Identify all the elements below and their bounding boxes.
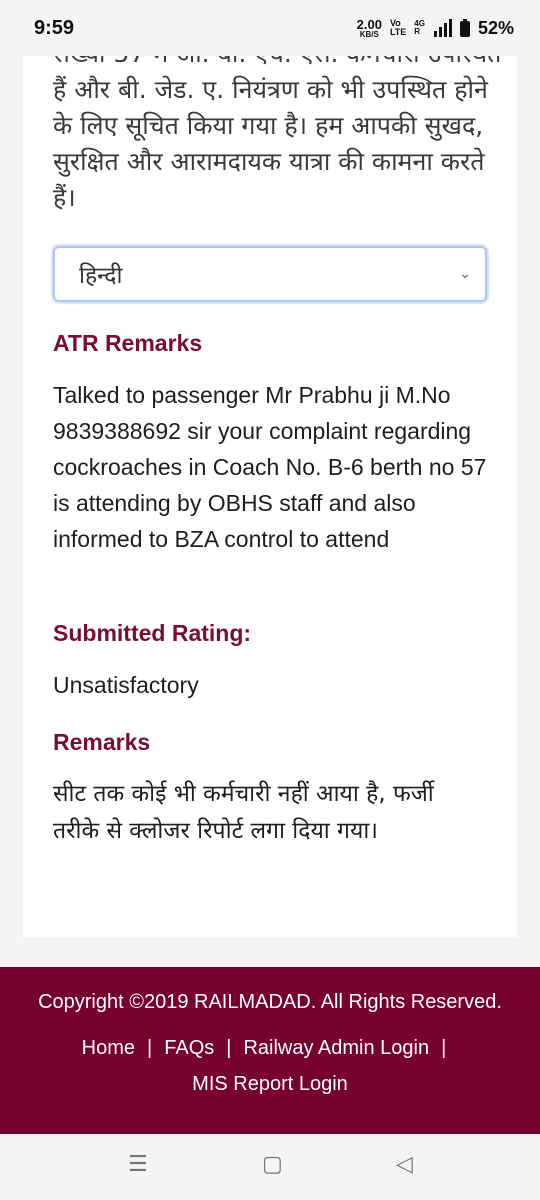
footer-links-row2: MIS Report Login [0,1073,540,1096]
mis-report-login-link[interactable]: MIS Report Login [192,1073,348,1095]
home-icon[interactable]: ▢ [262,1152,283,1177]
chevron-down-icon: ⌄ [459,266,471,282]
network-speed: 2.00 KB/S [357,18,382,39]
remarks-label: Remarks [53,729,151,755]
volte-bottom: LTE [389,27,407,37]
speed-unit: KB/S [359,29,379,39]
submitted-rating-value: Unsatisfactory [53,672,199,698]
network-type-bottom: R [414,27,421,36]
status-bar: 9:59 2.00 KB/S Vo LTE 4G R 52% [0,0,540,56]
language-selected-value: हिन्दी [79,263,123,289]
copyright-text: Copyright ©2019 RAILMADAD. All Rights Re… [38,991,502,1013]
remarks-text: सीट तक कोई भी कर्मचारी नहीं आया है, फर्ज… [53,781,434,844]
footer-links: Home | FAQs | Railway Admin Login | [0,1037,540,1060]
submitted-rating-label: Submitted Rating: [53,620,252,646]
atr-remarks-label: ATR Remarks [53,330,203,356]
volte-icon: Vo LTE [390,19,406,37]
home-link[interactable]: Home [82,1037,135,1059]
link-separator: | [441,1037,447,1059]
status-icons: 2.00 KB/S Vo LTE 4G R 52% [357,18,514,39]
railway-admin-login-link[interactable]: Railway Admin Login [243,1037,429,1059]
atr-remarks-text: Talked to passenger Mr Prabhu ji M.No 98… [53,382,487,552]
back-icon[interactable]: ◁ [396,1152,413,1177]
complaint-detail-card: संख्या 57 में ओ. बी. एच. एस. कर्मचारी उप… [23,0,517,937]
language-select[interactable]: हिन्दी ⌄ [53,246,487,302]
network-type: 4G R [414,20,425,36]
complaint-message: संख्या 57 में ओ. बी. एच. एस. कर्मचारी उप… [53,39,501,212]
recents-icon[interactable]: ☰ [128,1152,148,1177]
clock: 9:59 [34,16,75,39]
link-separator: | [226,1037,232,1059]
footer: Copyright ©2019 RAILMADAD. All Rights Re… [0,967,540,1134]
speed-value: 2.00 [356,16,382,32]
signal-icon [433,19,452,37]
faqs-link[interactable]: FAQs [164,1037,214,1059]
android-nav-bar: ☰ ▢ ◁ [0,1134,540,1200]
battery-percent: 52% [477,17,514,38]
battery-icon [459,19,470,37]
link-separator: | [147,1037,153,1059]
